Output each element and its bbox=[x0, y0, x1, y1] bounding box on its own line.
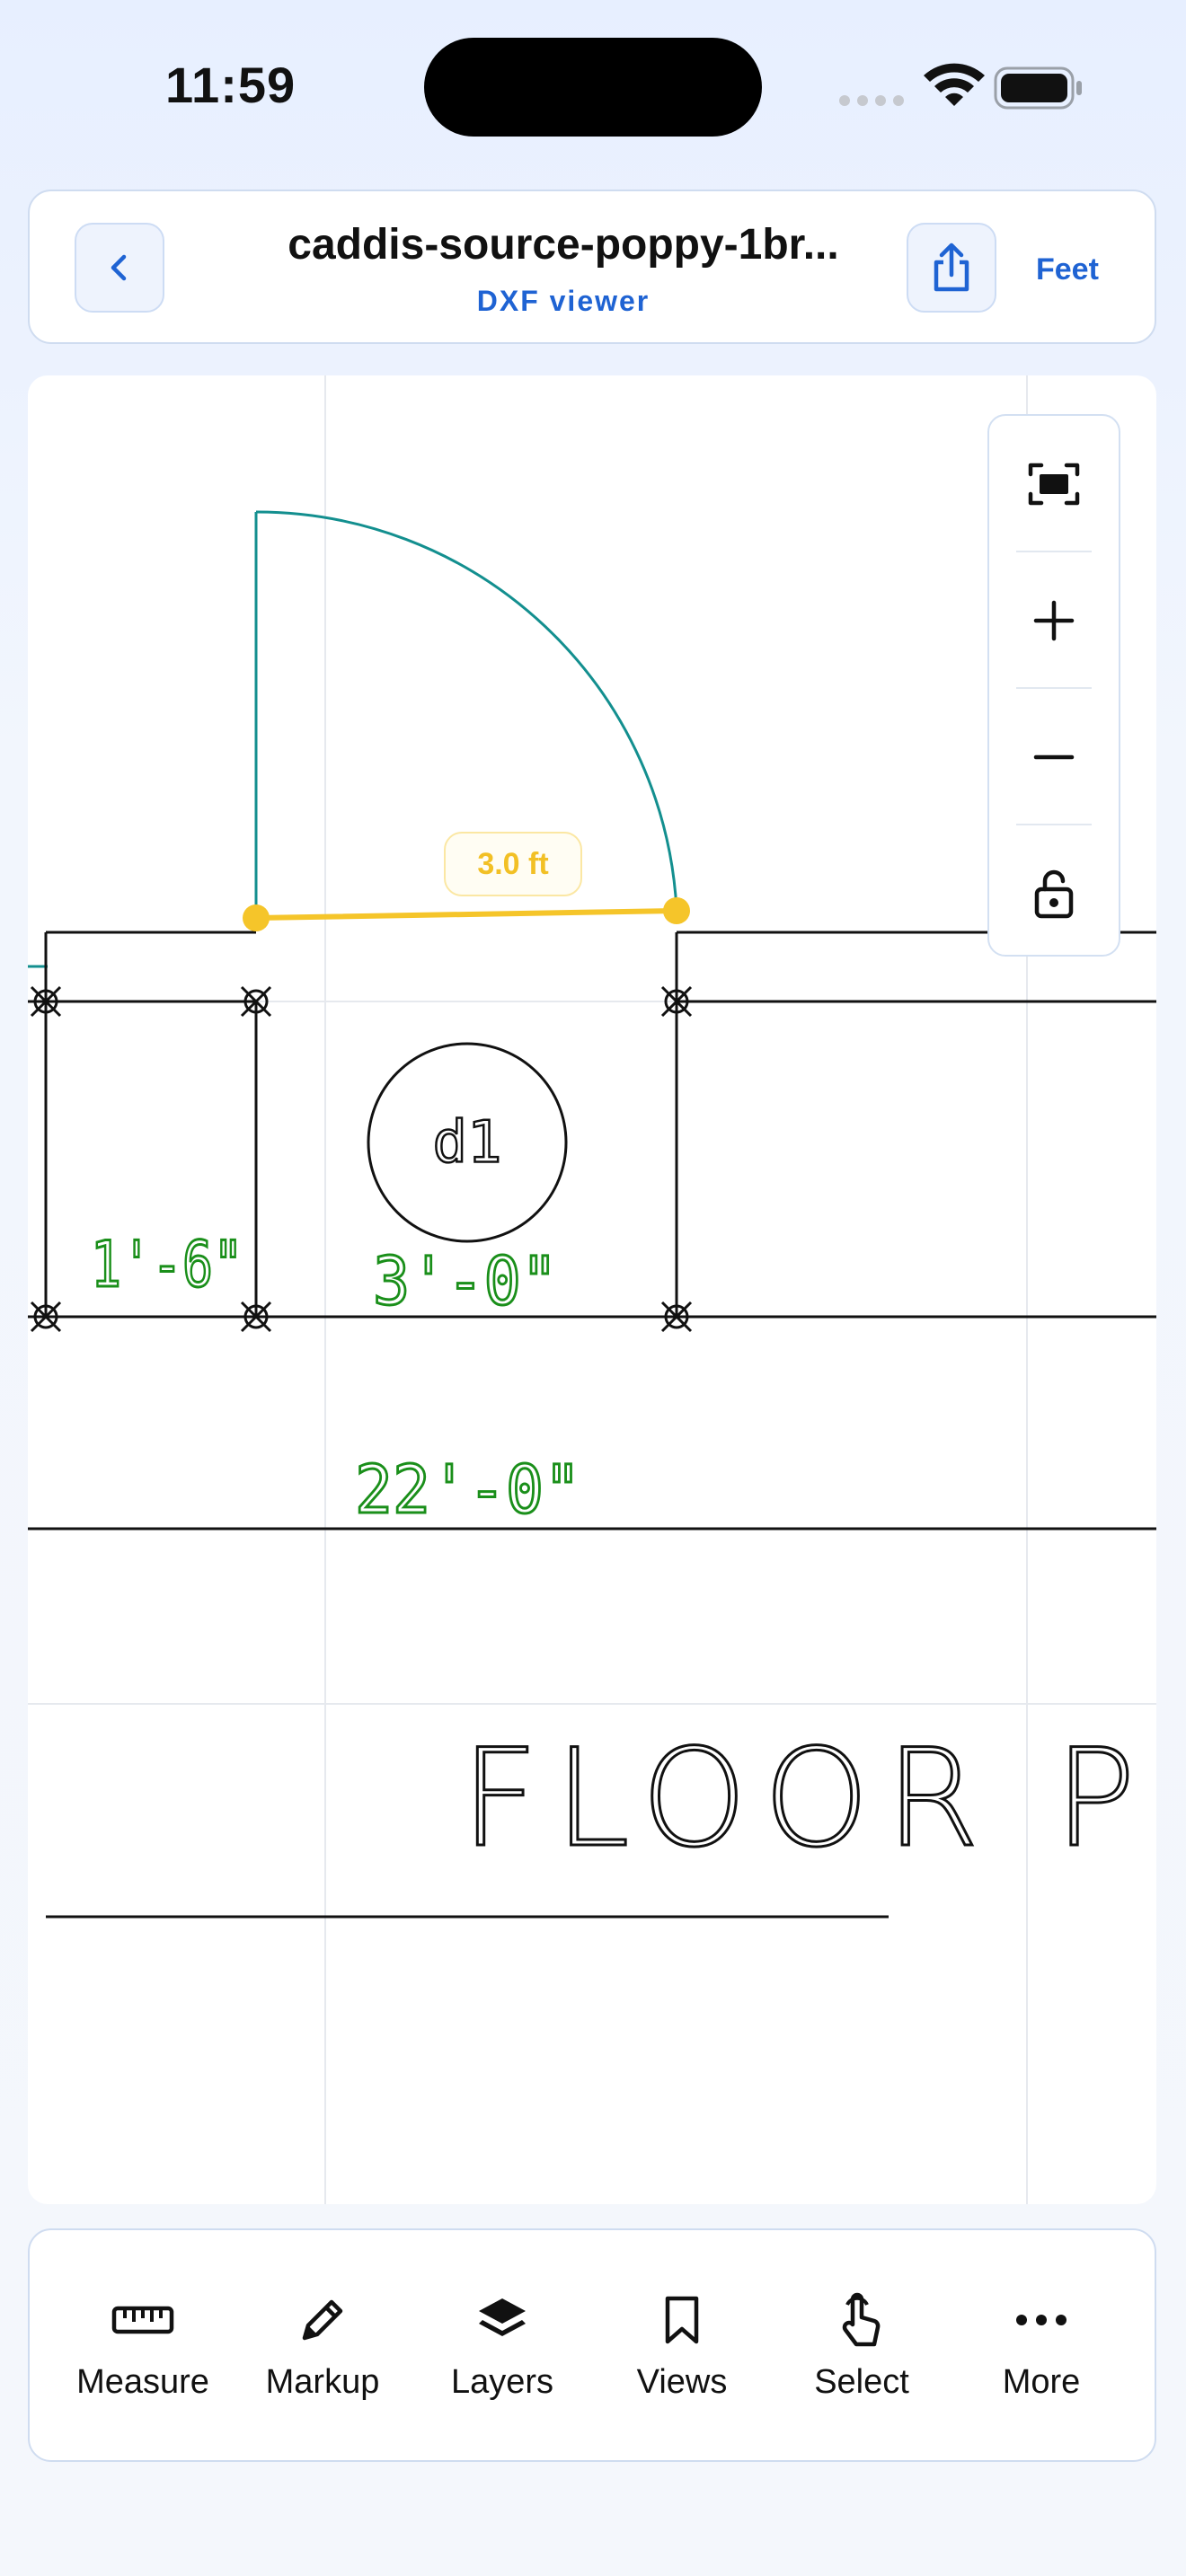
dimension-labels: 1'-6" 3'-0" 22'-0" bbox=[90, 1227, 583, 1531]
more-dots-icon bbox=[1016, 2315, 1067, 2325]
column-marker bbox=[660, 985, 693, 1018]
share-button[interactable] bbox=[907, 223, 996, 313]
views-tool-button[interactable]: Views bbox=[592, 2230, 772, 2460]
dimension-label: 3'-0" bbox=[373, 1243, 558, 1320]
measurement-label: 3.0 ft bbox=[444, 832, 582, 896]
toolbar-label: More bbox=[1002, 2363, 1081, 2401]
pointer-hand-icon bbox=[842, 2292, 881, 2347]
toolbar-label: Select bbox=[814, 2363, 909, 2401]
lock-button[interactable] bbox=[989, 825, 1119, 962]
measurement-line[interactable] bbox=[243, 897, 690, 931]
markup-tool-button[interactable]: Markup bbox=[233, 2230, 412, 2460]
door-swing bbox=[28, 510, 678, 968]
layers-tool-button[interactable]: Layers bbox=[412, 2230, 592, 2460]
units-toggle-button[interactable]: Feet bbox=[1036, 252, 1099, 287]
measure-tool-button[interactable]: Measure bbox=[53, 2230, 233, 2460]
bookmark-icon bbox=[665, 2296, 699, 2344]
toolbar-label: Layers bbox=[450, 2363, 554, 2401]
cellular-signal-icon bbox=[839, 95, 904, 106]
toolbar-label: Measure bbox=[76, 2363, 209, 2401]
back-button[interactable] bbox=[75, 223, 164, 313]
dimension-label: 1'-6" bbox=[91, 1228, 243, 1301]
layers-icon bbox=[479, 2298, 526, 2336]
zoom-in-button[interactable] bbox=[989, 552, 1119, 689]
measure-handle-start bbox=[243, 904, 270, 931]
column-marker bbox=[660, 1301, 693, 1333]
column-marker bbox=[240, 1301, 272, 1333]
wifi-icon bbox=[924, 63, 985, 106]
file-title: caddis-source-poppy-1br... bbox=[288, 221, 839, 269]
zoom-out-button[interactable] bbox=[989, 689, 1119, 825]
status-time: 11:59 bbox=[165, 57, 296, 113]
toolbar-label: Views bbox=[636, 2363, 728, 2401]
column-marker bbox=[240, 985, 272, 1018]
bottom-toolbar: Measure Markup Layers Views Select More bbox=[28, 2228, 1156, 2462]
lock-icon bbox=[1034, 869, 1074, 919]
chevron-left-icon bbox=[111, 254, 127, 281]
column-marker bbox=[30, 1301, 62, 1333]
dimension-label: 22'-0" bbox=[355, 1451, 581, 1529]
zoom-in-icon bbox=[1033, 600, 1075, 641]
share-icon bbox=[934, 243, 969, 292]
toolbar-label: Markup bbox=[265, 2363, 380, 2401]
measure-handle-end bbox=[663, 897, 690, 924]
door-tag-text: d1 bbox=[432, 1110, 501, 1177]
fit-screen-button[interactable] bbox=[989, 416, 1119, 552]
battery-icon bbox=[994, 66, 1082, 110]
more-tool-button[interactable]: More bbox=[951, 2230, 1131, 2460]
file-subtitle: DXF viewer bbox=[476, 285, 651, 317]
zoom-out-icon bbox=[1033, 754, 1075, 760]
column-marker bbox=[30, 985, 62, 1018]
pencil-icon bbox=[302, 2299, 343, 2341]
drawing-title-text: FLOOR PLAN bbox=[461, 1721, 1156, 1877]
fit-screen-icon bbox=[1028, 463, 1080, 506]
status-bar: 11:59 bbox=[0, 0, 1186, 180]
zoom-controls bbox=[987, 414, 1120, 957]
dynamic-island bbox=[424, 38, 762, 137]
header-card: caddis-source-poppy-1br... DXF viewer Fe… bbox=[28, 190, 1156, 344]
ruler-icon bbox=[111, 2306, 174, 2334]
status-icons bbox=[839, 63, 1082, 110]
door-tag: d1 bbox=[367, 1042, 568, 1243]
select-tool-button[interactable]: Select bbox=[772, 2230, 951, 2460]
